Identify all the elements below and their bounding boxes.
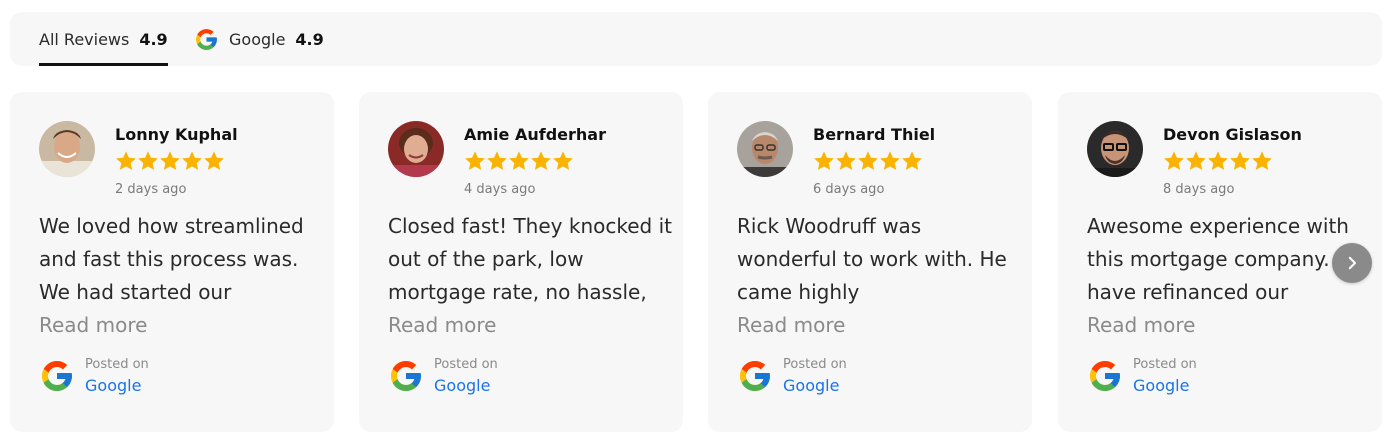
star-rating bbox=[464, 150, 574, 174]
tab-all-reviews[interactable]: All Reviews 4.9 bbox=[39, 12, 168, 66]
google-icon bbox=[42, 361, 72, 391]
star-rating bbox=[115, 150, 225, 174]
star-rating bbox=[813, 150, 923, 174]
google-icon bbox=[1090, 361, 1120, 391]
tab-score: 4.9 bbox=[295, 29, 324, 49]
star-icon bbox=[487, 151, 507, 170]
star-icon bbox=[1230, 151, 1250, 170]
review-time: 8 days ago bbox=[1163, 182, 1235, 197]
star-icon bbox=[116, 151, 136, 170]
star-rating bbox=[1163, 150, 1273, 174]
avatar bbox=[39, 121, 95, 177]
star-icon bbox=[836, 151, 856, 170]
star-icon bbox=[1164, 151, 1184, 170]
star-icon bbox=[858, 151, 878, 170]
review-source-link[interactable]: Google bbox=[1133, 376, 1189, 395]
star-icon bbox=[531, 151, 551, 170]
star-icon bbox=[1208, 151, 1228, 170]
read-more-link[interactable]: Read more bbox=[39, 313, 147, 337]
review-time: 6 days ago bbox=[813, 182, 885, 197]
reviewer-name: Lonny Kuphal bbox=[115, 125, 238, 144]
review-text: We loved how streamlined and fast this p… bbox=[39, 214, 304, 304]
posted-on-label: Posted on bbox=[85, 357, 149, 372]
read-more-link[interactable]: Read more bbox=[1087, 313, 1195, 337]
tab-label: All Reviews bbox=[39, 29, 130, 49]
tab-label: Google bbox=[229, 29, 286, 49]
posted-on-label: Posted on bbox=[783, 357, 847, 372]
star-icon bbox=[138, 151, 158, 170]
star-icon bbox=[182, 151, 202, 170]
tab-google[interactable]: Google 4.9 bbox=[194, 12, 324, 66]
review-card: Bernard Thiel 6 days ago Rick Woodruff w… bbox=[708, 92, 1032, 432]
carousel-next-button[interactable] bbox=[1332, 243, 1372, 283]
avatar bbox=[388, 121, 444, 177]
tab-score: 4.9 bbox=[139, 29, 168, 49]
review-source-tabs: All Reviews 4.9 Google 4.9 bbox=[10, 12, 1382, 66]
google-icon bbox=[391, 361, 421, 391]
review-source-link[interactable]: Google bbox=[85, 376, 141, 395]
review-card: Lonny Kuphal 2 days ago We loved how str… bbox=[10, 92, 334, 432]
star-icon bbox=[204, 151, 224, 170]
star-icon bbox=[465, 151, 485, 170]
chevron-right-icon bbox=[1348, 256, 1356, 270]
review-source-link[interactable]: Google bbox=[434, 376, 490, 395]
review-source-link[interactable]: Google bbox=[783, 376, 839, 395]
read-more-link[interactable]: Read more bbox=[737, 313, 845, 337]
review-time: 2 days ago bbox=[115, 182, 187, 197]
star-icon bbox=[509, 151, 529, 170]
star-icon bbox=[902, 151, 922, 170]
review-time: 4 days ago bbox=[464, 182, 536, 197]
avatar bbox=[1087, 121, 1143, 177]
google-icon bbox=[740, 361, 770, 391]
star-icon bbox=[880, 151, 900, 170]
star-icon bbox=[160, 151, 180, 170]
review-card: Amie Aufderhar 4 days ago Closed fast! T… bbox=[359, 92, 683, 432]
google-icon bbox=[196, 28, 217, 50]
reviewer-name: Bernard Thiel bbox=[813, 125, 936, 144]
avatar bbox=[737, 121, 793, 177]
posted-on-label: Posted on bbox=[434, 357, 498, 372]
reviewer-name: Amie Aufderhar bbox=[464, 125, 606, 144]
star-icon bbox=[1252, 151, 1272, 170]
star-icon bbox=[1186, 151, 1206, 170]
star-icon bbox=[814, 151, 834, 170]
read-more-link[interactable]: Read more bbox=[388, 313, 496, 337]
star-icon bbox=[553, 151, 573, 170]
review-text: Rick Woodruff was wonderful to work with… bbox=[737, 214, 1007, 304]
reviewer-name: Devon Gislason bbox=[1163, 125, 1302, 144]
posted-on-label: Posted on bbox=[1133, 357, 1197, 372]
review-text: Closed fast! They knocked it out of the … bbox=[388, 214, 672, 304]
